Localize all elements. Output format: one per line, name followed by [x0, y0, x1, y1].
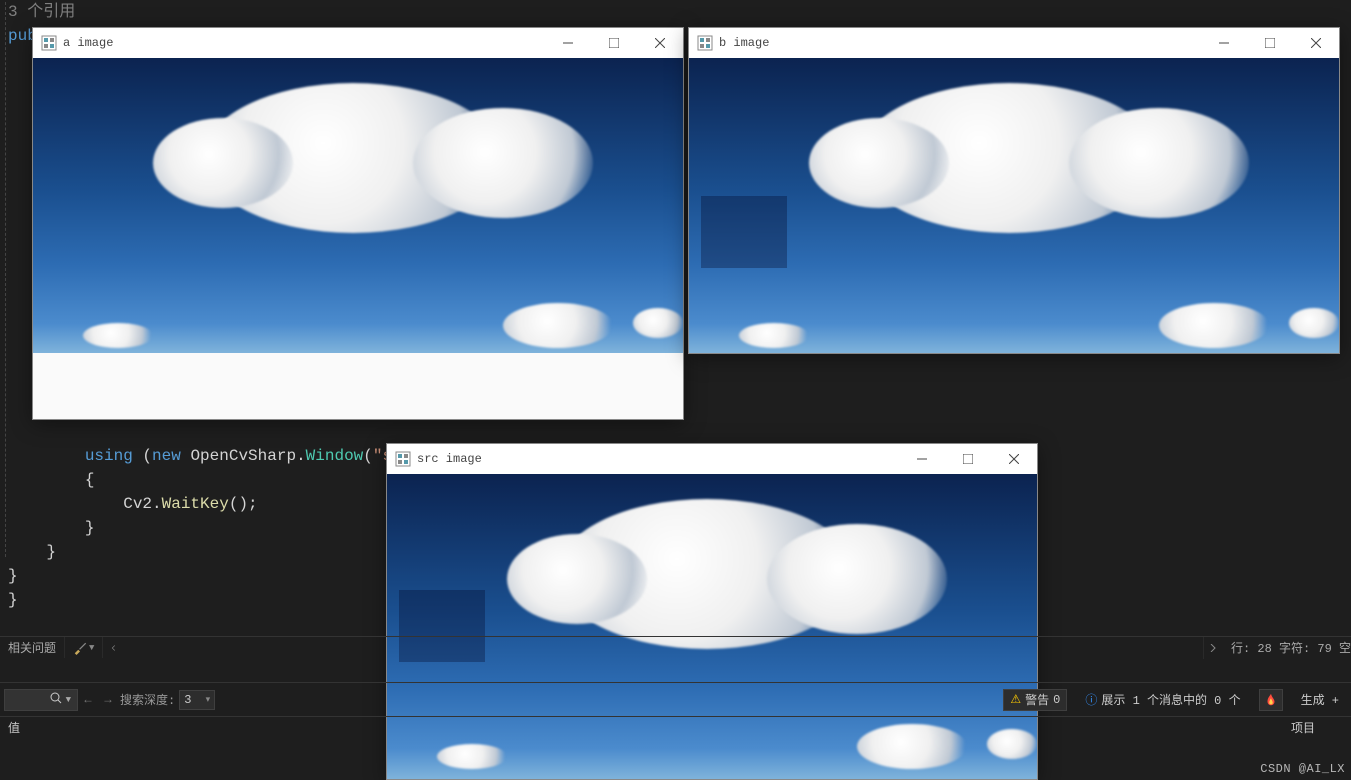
column-value-label: 值 — [0, 719, 175, 736]
scroll-right-button[interactable] — [1203, 637, 1223, 659]
window-title: src image — [417, 452, 899, 466]
cursor-position: 行: 28 字符: 79 空 — [1231, 639, 1351, 656]
info-icon: ⓘ — [1085, 691, 1097, 708]
titlebar-b[interactable]: b image — [689, 28, 1339, 58]
search-depth-label: 搜索深度: — [120, 691, 175, 708]
indent-guide — [5, 2, 7, 557]
close-button[interactable] — [1293, 28, 1339, 58]
app-icon — [697, 35, 713, 51]
search-icon — [50, 692, 62, 708]
image-content-b — [689, 58, 1339, 353]
close-button[interactable] — [991, 444, 1037, 474]
messages-chip[interactable]: ⓘ 展示 1 个消息中的 0 个 — [1079, 689, 1246, 711]
roi-rectangle — [701, 196, 787, 268]
app-icon — [395, 451, 411, 467]
nav-forward-button[interactable]: → — [98, 689, 118, 711]
search-input[interactable]: ▼ — [4, 689, 78, 711]
window-a-blank-panel — [33, 353, 683, 419]
warning-icon: ⚠ — [1010, 692, 1021, 707]
window-a-image[interactable]: a image — [32, 27, 684, 420]
titlebar-src[interactable]: src image — [387, 444, 1037, 474]
minimize-button[interactable] — [545, 28, 591, 58]
watermark: CSDN @AI_LX — [1260, 762, 1345, 776]
app-icon — [41, 35, 57, 51]
codelens-refs[interactable]: 3 个引用 — [8, 3, 75, 21]
maximize-button[interactable] — [1247, 28, 1293, 58]
nav-back-button[interactable]: ← — [78, 689, 98, 711]
maximize-button[interactable] — [945, 444, 991, 474]
search-depth-select[interactable]: 3 ▾ — [179, 690, 215, 710]
build-filter-chip[interactable]: 生成 + — [1295, 689, 1345, 711]
window-title: a image — [63, 36, 545, 50]
warnings-chip[interactable]: ⚠ 警告 0 — [1003, 689, 1067, 711]
scroll-left-button[interactable] — [102, 637, 124, 658]
status-row-columns: 值 项目 — [0, 716, 1351, 738]
brush-icon[interactable]: ▼ — [73, 641, 94, 655]
window-b-image[interactable]: b image — [688, 27, 1340, 354]
maximize-button[interactable] — [591, 28, 637, 58]
flame-icon — [1264, 693, 1278, 707]
minimize-button[interactable] — [1201, 28, 1247, 58]
hot-reload-button[interactable] — [1259, 689, 1283, 711]
minimize-button[interactable] — [899, 444, 945, 474]
image-content-a — [33, 58, 683, 353]
column-project-label: 项目 — [1291, 719, 1351, 736]
titlebar-a[interactable]: a image — [33, 28, 683, 58]
status-row-issues: 相关问题 ▼ 行: 28 字符: 79 空 — [0, 636, 1351, 658]
window-title: b image — [719, 36, 1201, 50]
related-issues-label[interactable]: 相关问题 — [0, 637, 65, 658]
close-button[interactable] — [637, 28, 683, 58]
status-row-search: ▼ ← → 搜索深度: 3 ▾ ⚠ 警告 0 ⓘ 展示 1 个消息中的 0 个 … — [0, 682, 1351, 716]
